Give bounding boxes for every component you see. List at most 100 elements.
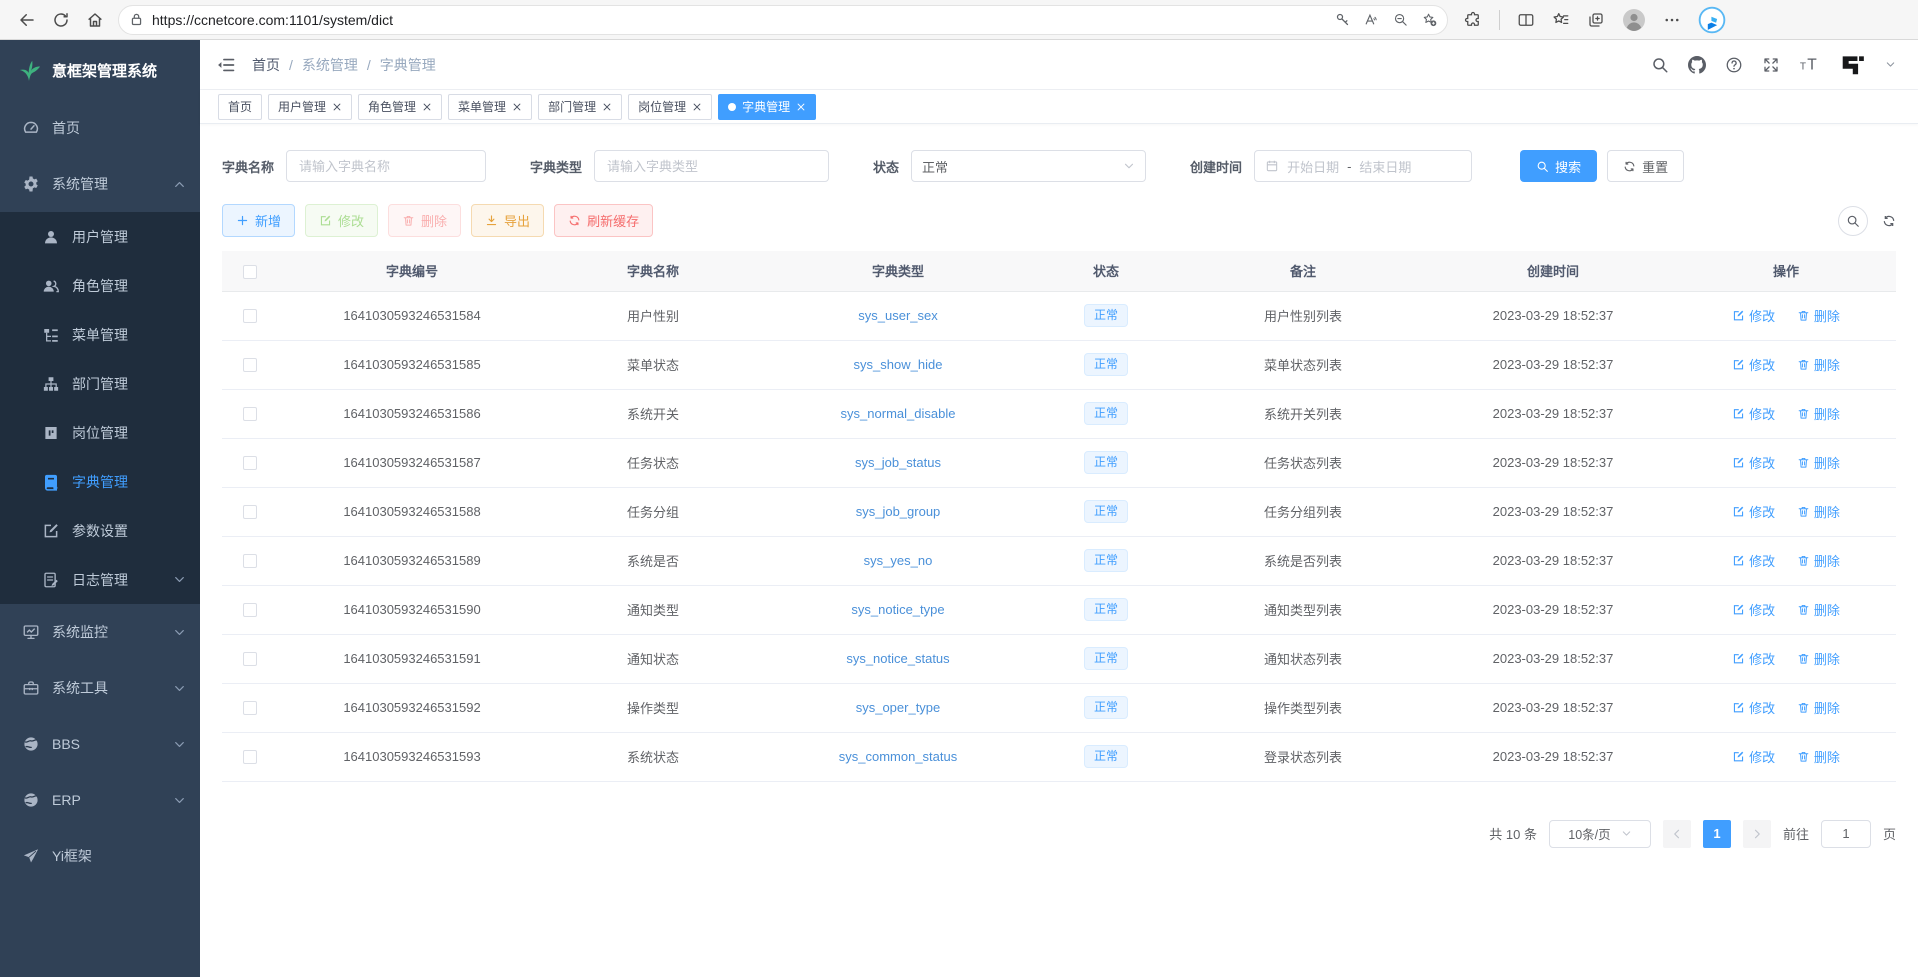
refresh-table-button[interactable] (1882, 214, 1896, 228)
dict-type-link[interactable]: sys_notice_type (851, 602, 944, 617)
address-bar[interactable]: https://ccnetcore.com:1101/system/dict (118, 5, 1448, 35)
row-checkbox[interactable] (243, 407, 257, 421)
dict-type-input[interactable] (594, 150, 829, 182)
font-size-icon[interactable] (1799, 54, 1821, 76)
user-avatar[interactable] (1840, 52, 1866, 78)
row-delete-button[interactable]: 删除 (1797, 453, 1840, 472)
export-button[interactable]: 导出 (471, 204, 544, 237)
sidebar-item[interactable]: Yi框架 (0, 828, 200, 884)
sidebar-item[interactable]: BBS (0, 716, 200, 772)
dict-type-link[interactable]: sys_show_hide (854, 357, 943, 372)
tab-close-icon[interactable] (796, 102, 806, 112)
tab[interactable]: 菜单管理 (448, 94, 532, 120)
extensions-icon[interactable] (1464, 11, 1482, 29)
password-key-icon[interactable] (1335, 12, 1350, 27)
tab-close-icon[interactable] (422, 102, 432, 112)
current-page-button[interactable]: 1 (1703, 820, 1731, 848)
sidebar-item[interactable]: 日志管理 (0, 555, 200, 604)
sidebar-item[interactable]: 岗位管理 (0, 408, 200, 457)
search-button[interactable]: 搜索 (1520, 150, 1597, 182)
user-menu-caret-icon[interactable] (1885, 59, 1896, 70)
row-checkbox[interactable] (243, 750, 257, 764)
browser-menu-icon[interactable] (1663, 11, 1681, 29)
sidebar-item[interactable]: 系统管理 (0, 156, 200, 212)
reset-button[interactable]: 重置 (1607, 150, 1684, 182)
header-search-icon[interactable] (1651, 56, 1669, 74)
dict-type-link[interactable]: sys_yes_no (864, 553, 933, 568)
sidebar-item[interactable]: 系统监控 (0, 604, 200, 660)
read-aloud-icon[interactable] (1364, 12, 1379, 27)
row-checkbox[interactable] (243, 309, 257, 323)
tab[interactable]: 部门管理 (538, 94, 622, 120)
dict-type-link[interactable]: sys_common_status (839, 749, 958, 764)
tab[interactable]: 首页 (218, 94, 262, 120)
tab-close-icon[interactable] (602, 102, 612, 112)
next-page-button[interactable] (1743, 820, 1771, 848)
favorite-star-icon[interactable] (1422, 12, 1437, 27)
row-delete-button[interactable]: 删除 (1797, 355, 1840, 374)
row-checkbox[interactable] (243, 701, 257, 715)
dict-name-input[interactable] (286, 150, 486, 182)
add-tab-group-icon[interactable] (1587, 11, 1605, 29)
row-delete-button[interactable]: 删除 (1797, 649, 1840, 668)
start-date-placeholder[interactable]: 开始日期 (1287, 157, 1339, 176)
row-delete-button[interactable]: 删除 (1797, 306, 1840, 325)
dict-type-link[interactable]: sys_job_status (855, 455, 941, 470)
sidebar-item[interactable]: 首页 (0, 100, 200, 156)
row-checkbox[interactable] (243, 358, 257, 372)
tab[interactable]: 角色管理 (358, 94, 442, 120)
collections-icon[interactable] (1552, 11, 1570, 29)
show-search-toggle-button[interactable] (1838, 206, 1868, 236)
sidebar-item[interactable]: ERP (0, 772, 200, 828)
tab[interactable]: 字典管理 (718, 94, 816, 120)
row-delete-button[interactable]: 删除 (1797, 551, 1840, 570)
copilot-bing-icon[interactable] (1698, 6, 1726, 34)
row-edit-button[interactable]: 修改 (1732, 698, 1775, 717)
row-edit-button[interactable]: 修改 (1732, 355, 1775, 374)
end-date-placeholder[interactable]: 结束日期 (1359, 157, 1411, 176)
row-edit-button[interactable]: 修改 (1732, 649, 1775, 668)
sidebar-item[interactable]: 菜单管理 (0, 310, 200, 359)
row-edit-button[interactable]: 修改 (1732, 404, 1775, 423)
fullscreen-icon[interactable] (1762, 56, 1780, 74)
row-delete-button[interactable]: 删除 (1797, 404, 1840, 423)
row-edit-button[interactable]: 修改 (1732, 306, 1775, 325)
dict-type-link[interactable]: sys_normal_disable (841, 406, 956, 421)
browser-profile-avatar[interactable] (1622, 8, 1646, 32)
add-button[interactable]: 新增 (222, 204, 295, 237)
row-delete-button[interactable]: 删除 (1797, 600, 1840, 619)
select-all-checkbox[interactable] (243, 265, 257, 279)
date-range-picker[interactable]: 开始日期 - 结束日期 (1254, 150, 1472, 182)
sidebar-collapse-icon[interactable] (216, 55, 236, 75)
row-checkbox[interactable] (243, 554, 257, 568)
dict-type-link[interactable]: sys_notice_status (846, 651, 949, 666)
row-delete-button[interactable]: 删除 (1797, 502, 1840, 521)
edit-button[interactable]: 修改 (305, 204, 378, 237)
row-delete-button[interactable]: 删除 (1797, 747, 1840, 766)
dict-type-link[interactable]: sys_user_sex (858, 308, 937, 323)
row-checkbox[interactable] (243, 652, 257, 666)
sidebar-item[interactable]: 参数设置 (0, 506, 200, 555)
tab-close-icon[interactable] (512, 102, 522, 112)
tab-close-icon[interactable] (332, 102, 342, 112)
tab-close-icon[interactable] (692, 102, 702, 112)
sidebar-item[interactable]: 用户管理 (0, 212, 200, 261)
help-icon[interactable] (1725, 56, 1743, 74)
url-text[interactable]: https://ccnetcore.com:1101/system/dict (152, 12, 1327, 28)
row-edit-button[interactable]: 修改 (1732, 453, 1775, 472)
browser-reload-button[interactable] (44, 4, 78, 36)
zoom-out-icon[interactable] (1393, 12, 1408, 27)
refresh-cache-button[interactable]: 刷新缓存 (554, 204, 653, 237)
row-checkbox[interactable] (243, 505, 257, 519)
dict-type-link[interactable]: sys_oper_type (856, 700, 941, 715)
row-edit-button[interactable]: 修改 (1732, 502, 1775, 521)
prev-page-button[interactable] (1663, 820, 1691, 848)
tab[interactable]: 用户管理 (268, 94, 352, 120)
browser-back-button[interactable] (10, 4, 44, 36)
delete-button[interactable]: 删除 (388, 204, 461, 237)
tab[interactable]: 岗位管理 (628, 94, 712, 120)
row-edit-button[interactable]: 修改 (1732, 551, 1775, 570)
github-icon[interactable] (1688, 56, 1706, 74)
browser-home-button[interactable] (78, 4, 112, 36)
breadcrumb-home[interactable]: 首页 (252, 55, 280, 75)
